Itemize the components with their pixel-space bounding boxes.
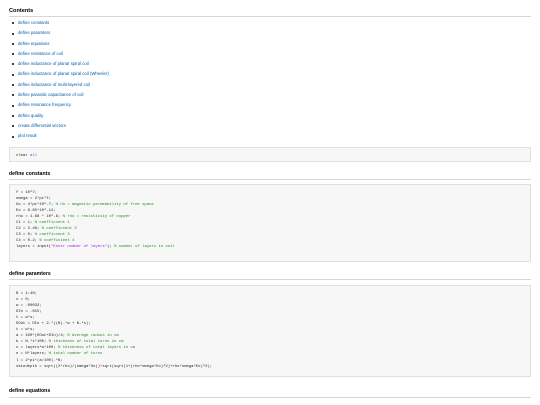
code-text: t = w*s; xyxy=(16,316,35,321)
toc-link[interactable]: define inductance of planar spiral coil xyxy=(18,61,89,66)
code-comment: % thickness of total layers in cm xyxy=(58,346,136,351)
code-text: w = .00032; xyxy=(16,304,42,309)
clear-code-block: clear all xyxy=(9,147,531,162)
toc-item: create differential vectors xyxy=(9,121,109,131)
code-text: C1 = 1; xyxy=(16,221,35,226)
code-comment: % coefficient 3 xyxy=(34,233,70,238)
code-text: DOut = DIn + 2.*((N).*w + N.*s); xyxy=(16,322,91,327)
constants-code-block: f = 10^7; omega = 2*pi*f; Uo = 4*pi*10^-7;… xyxy=(9,184,531,262)
clear-arg: all xyxy=(27,154,38,158)
code-comment: % thickness of total turns in cm xyxy=(48,340,124,345)
toc-link[interactable]: define constants xyxy=(18,20,49,25)
toc-item: define resonance frequency xyxy=(9,100,109,110)
code-text: skindepth = sqrt((2*rho)/(omega*Uo))*sqr… xyxy=(16,364,213,369)
code-text: s = 0; xyxy=(16,298,31,303)
toc-item: define inductance of planar spiral coil … xyxy=(9,69,109,79)
code-text: f = 10^7; xyxy=(16,191,38,195)
contents-rule xyxy=(9,16,531,17)
code-comment: % coefficient 1 xyxy=(34,221,70,226)
toc-item: define inductance of multi-layered coil xyxy=(9,80,109,90)
bullet-icon xyxy=(12,73,14,76)
bullet-icon xyxy=(12,135,14,138)
section-title-equations: define equations xyxy=(9,388,51,394)
code-string: "Enter number of layers" xyxy=(51,245,108,250)
code-text: a = 100*(DOut+DIn)/4; xyxy=(16,334,68,339)
code-comment: % Average radius in cm xyxy=(67,334,119,339)
bullet-icon xyxy=(12,53,14,56)
code-text: N = 1:40; xyxy=(16,292,38,296)
bullet-icon xyxy=(12,84,14,87)
toc-link[interactable]: define inductance of multi-layered coil xyxy=(18,82,90,87)
code-comment: % Uo = magnetic permeability of free spa… xyxy=(55,203,154,208)
code-text: c = layers*w*100; xyxy=(16,346,59,351)
toc-link[interactable]: define resonance frequency xyxy=(18,102,71,107)
toc-item: define inductance of planar spiral coil xyxy=(9,59,109,69)
code-comment: % coefficient 4 xyxy=(39,239,75,244)
code-text: rho = 1.68 * 10^-8; xyxy=(16,215,63,220)
code-text: layers = input( xyxy=(16,245,52,250)
paramters-code-block: N = 1:40; s = 0; w = .00032; DIn = .015; t =… xyxy=(9,285,531,377)
bullet-icon xyxy=(12,63,14,66)
paramters-rule xyxy=(9,279,531,280)
bullet-icon xyxy=(12,125,14,128)
code-text: t = w*s; xyxy=(16,328,35,333)
code-text: l = 2*pi*(a/100).*N; xyxy=(16,358,63,363)
toc-item: define constants xyxy=(9,18,109,28)
code-comment: % total number of turns xyxy=(48,352,103,357)
code-text: omega = 2*pi*f; xyxy=(16,197,52,202)
toc-link[interactable]: plot result xyxy=(18,133,37,138)
toc-item: define quality xyxy=(9,111,109,121)
code-comment: % rho = resistivity of copper xyxy=(62,215,131,220)
toc-item: plot result xyxy=(9,131,109,141)
bullet-icon xyxy=(12,94,14,97)
constants-rule xyxy=(9,179,531,180)
code-comment: % number of layers in coil xyxy=(114,245,175,250)
toc-link[interactable]: define quality xyxy=(18,113,43,118)
bullet-icon xyxy=(12,114,14,117)
toc-item: define equations xyxy=(9,39,109,49)
code-text: Uo = 4*pi*10^-7; xyxy=(16,203,56,208)
bullet-icon xyxy=(12,42,14,45)
toc-item: define parasitic capacitance of coil xyxy=(9,90,109,100)
table-of-contents: define constants define paramters define e… xyxy=(9,18,109,142)
bullet-icon xyxy=(12,104,14,107)
toc-link[interactable]: define resistance of coil xyxy=(18,51,63,56)
code-text: DIn = .015; xyxy=(16,310,42,315)
toc-link[interactable]: create differential vectors xyxy=(18,123,66,128)
code-text: n = N*layers; xyxy=(16,352,49,357)
code-line: skindepth = sqrt((2*rho)/(omega*Uo))*sqr… xyxy=(16,364,524,370)
clear-keyword: clear xyxy=(16,154,28,158)
contents-heading: Contents xyxy=(9,8,34,14)
toc-link[interactable]: define parasitic capacitance of coil xyxy=(18,92,83,97)
equations-rule xyxy=(9,397,531,398)
code-text: C3 = 0; xyxy=(16,233,35,238)
code-text: C4 = 0.2; xyxy=(16,239,40,244)
toc-item: define resistance of coil xyxy=(9,49,109,59)
bullet-icon xyxy=(12,32,14,35)
section-title-constants: define constants xyxy=(9,171,51,177)
code-text: C2 = 2.46; xyxy=(16,227,42,232)
code-text: Eo = 8.85*10^-12; xyxy=(16,209,56,214)
section-title-paramters: define paramters xyxy=(9,271,51,277)
toc-link[interactable]: define inductance of planar spiral coil … xyxy=(18,71,109,76)
toc-link[interactable]: define equations xyxy=(18,41,50,46)
code-line: layers = input("Enter number of layers")… xyxy=(16,244,524,250)
toc-item: define paramters xyxy=(9,28,109,38)
bullet-icon xyxy=(12,22,14,25)
toc-link[interactable]: define paramters xyxy=(18,30,50,35)
code-comment: % coefficient 2 xyxy=(41,227,77,232)
code-text: b = N.*t*100; xyxy=(16,340,49,345)
